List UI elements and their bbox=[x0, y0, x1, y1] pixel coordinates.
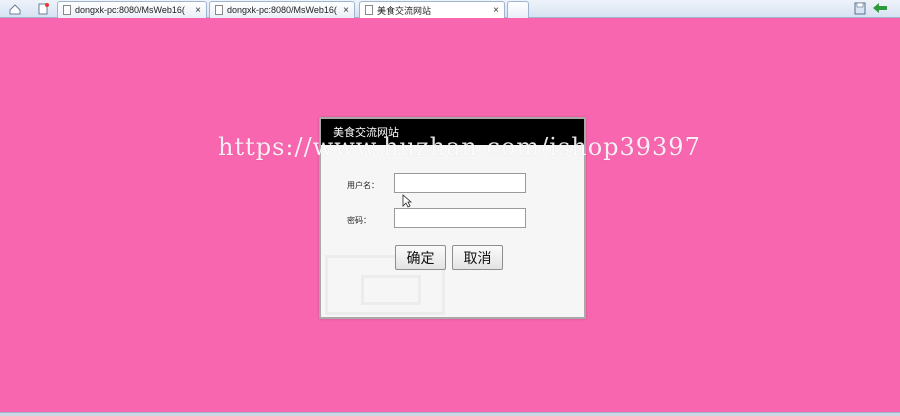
document-icon bbox=[365, 5, 373, 15]
tab-label: dongxk-pc:8080/MsWeb16( bbox=[75, 5, 185, 15]
browser-tab-bar: dongxk-pc:8080/MsWeb16( × dongxk-pc:8080… bbox=[0, 0, 900, 18]
close-icon[interactable]: × bbox=[490, 5, 502, 16]
cancel-button[interactable]: 取消 bbox=[452, 245, 503, 270]
username-input[interactable] bbox=[394, 173, 526, 193]
watermark-text: https://www.huzhan.com/ishop39397 bbox=[218, 133, 701, 161]
username-label: 用户名： bbox=[347, 181, 379, 190]
tab-label: dongxk-pc:8080/MsWeb16( bbox=[227, 5, 337, 15]
password-label: 密码： bbox=[347, 216, 371, 225]
page-icon[interactable] bbox=[36, 2, 50, 16]
dialog-body: 用户名： 密码： 确定 取消 bbox=[321, 145, 584, 319]
close-icon[interactable]: × bbox=[192, 5, 204, 16]
document-icon bbox=[63, 5, 71, 15]
close-icon[interactable]: × bbox=[340, 5, 352, 16]
status-bar bbox=[0, 412, 900, 416]
tab-3-active[interactable]: 美食交流网站 × bbox=[359, 1, 505, 18]
new-tab-button[interactable] bbox=[507, 1, 529, 18]
tab-1[interactable]: dongxk-pc:8080/MsWeb16( × bbox=[57, 1, 207, 18]
back-icon[interactable] bbox=[872, 2, 888, 15]
home-icon[interactable] bbox=[8, 2, 22, 16]
document-icon bbox=[215, 5, 223, 15]
password-input[interactable] bbox=[394, 208, 526, 228]
mouse-cursor-icon bbox=[402, 194, 412, 208]
save-icon[interactable] bbox=[854, 2, 866, 15]
background-decoration bbox=[361, 275, 421, 305]
confirm-button[interactable]: 确定 bbox=[395, 245, 446, 270]
tab-2[interactable]: dongxk-pc:8080/MsWeb16( × bbox=[209, 1, 355, 18]
tab-label: 美食交流网站 bbox=[377, 5, 432, 16]
